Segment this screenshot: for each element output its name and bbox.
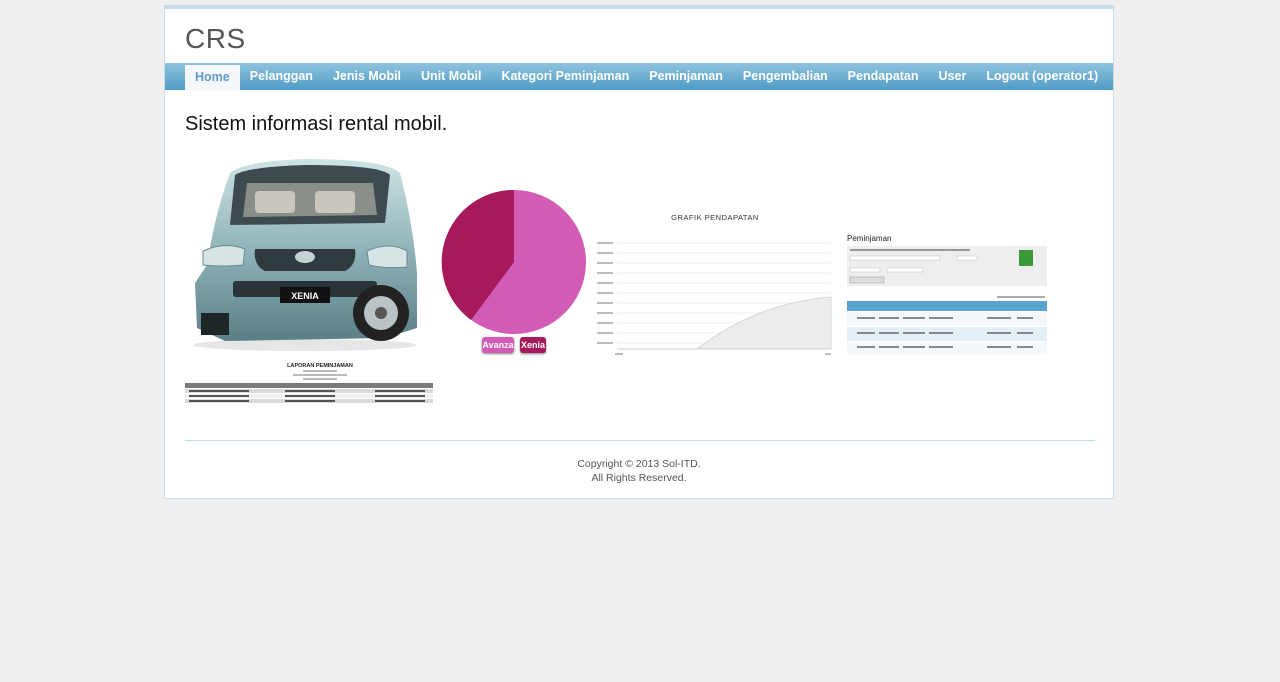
- legend-avanza: Avanza: [482, 337, 514, 353]
- grafik-pendapatan-thumbnail: GRAFIK PENDAPATAN: [597, 213, 833, 359]
- main-menu: Home Pelanggan Jenis Mobil Unit Mobil Katego…: [165, 63, 1113, 90]
- menu-list: Home Pelanggan Jenis Mobil Unit Mobil Katego…: [165, 63, 1113, 90]
- footer-divider: [185, 440, 1095, 441]
- laporan-thumbnail: LAPORAN PEMINJAMAN: [185, 359, 435, 405]
- pie-chart-thumbnail: Avanza Xenia: [440, 187, 590, 359]
- nav-item-pengembalian[interactable]: Pengembalian: [733, 63, 838, 90]
- page-container: CRS Home Pelanggan Jenis Mobil Unit Mobil Ka…: [164, 5, 1114, 499]
- nav-item-pendapatan[interactable]: Pendapatan: [838, 63, 929, 90]
- car-image: XENIA: [185, 153, 425, 353]
- copyright-text: Copyright © 2013 Sol-ITD.: [577, 458, 701, 470]
- nav-item-pelanggan[interactable]: Pelanggan: [240, 63, 323, 90]
- rights-text: All Rights Reserved.: [591, 472, 687, 484]
- nav-item-home[interactable]: Home: [185, 65, 240, 90]
- nav-item-peminjaman[interactable]: Peminjaman: [639, 63, 733, 90]
- legend-xenia: Xenia: [520, 337, 546, 353]
- car-badge: XENIA: [291, 291, 319, 301]
- nav-item-kategori-peminjaman[interactable]: Kategori Peminjaman: [491, 63, 639, 90]
- page-title: Sistem informasi rental mobil.: [185, 113, 448, 135]
- footer: Copyright © 2013 Sol-ITD. All Rights Res…: [165, 457, 1113, 485]
- nav-item-user[interactable]: User: [929, 63, 977, 90]
- site-logo: CRS: [185, 23, 246, 54]
- laporan-title: LAPORAN PEMINJAMAN: [287, 363, 353, 369]
- nav-item-unit-mobil[interactable]: Unit Mobil: [411, 63, 491, 90]
- nav-item-logout-operator1[interactable]: Logout (operator1): [976, 63, 1108, 90]
- peminjaman-thumbnail: Peminjaman: [847, 234, 1047, 354]
- nav-item-jenis-mobil[interactable]: Jenis Mobil: [323, 63, 411, 90]
